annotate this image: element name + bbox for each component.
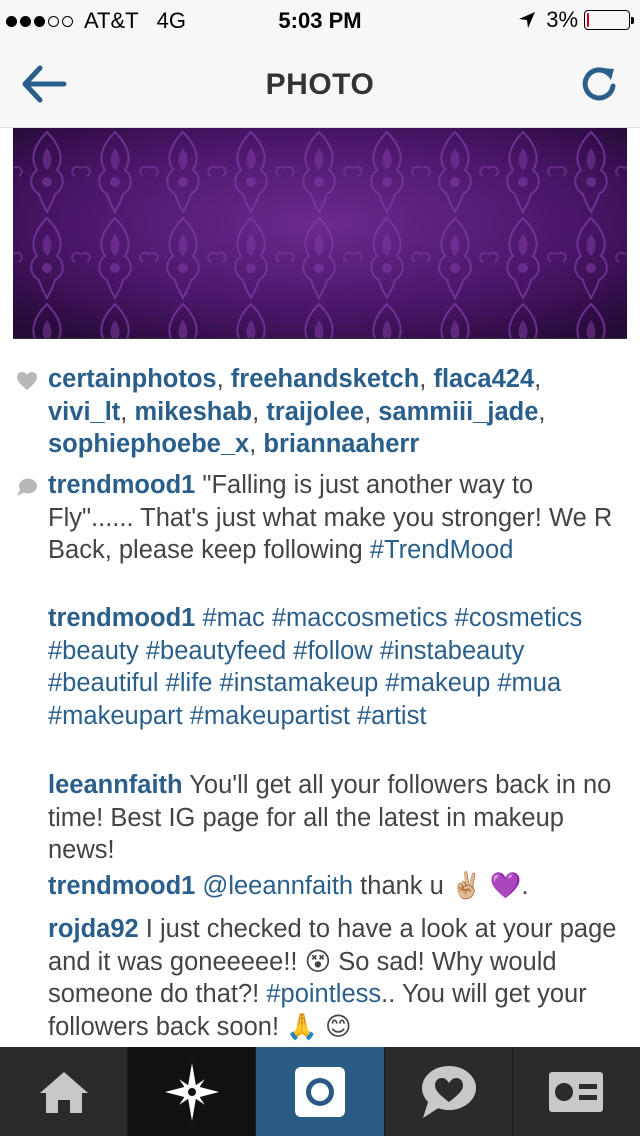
refresh-button[interactable]: [580, 64, 618, 104]
comment-hashtag[interactable]: #TrendMood: [370, 536, 514, 564]
tab-camera[interactable]: [256, 1047, 385, 1136]
comment-item: trendmood1 @leeannfaith thank u ✌🏼 💜.: [48, 870, 622, 903]
damask-pattern-image: [13, 128, 627, 338]
tab-activity[interactable]: [385, 1047, 513, 1136]
comment-hashtag[interactable]: #pointless: [266, 980, 381, 1008]
like-user[interactable]: freehandsketch: [231, 365, 420, 393]
tab-bar: [0, 1047, 640, 1136]
comment-user[interactable]: leeannfaith: [48, 771, 183, 799]
battery-percent: 3%: [546, 7, 578, 32]
comment-user[interactable]: trendmood1: [48, 872, 195, 900]
battery-icon: [584, 10, 634, 30]
activity-heart-icon: [422, 1065, 477, 1118]
comment-user[interactable]: rojda92: [48, 915, 139, 943]
comments-feed: certainphotos, freehandsketch, flaca424,…: [0, 339, 640, 1047]
comment-bubble-icon: [17, 478, 37, 496]
nav-bar: PHOTO: [0, 40, 640, 128]
explore-star-icon: [164, 1062, 219, 1121]
like-user[interactable]: vivi_lt: [48, 398, 120, 426]
like-user[interactable]: sophiephoebe_x: [48, 430, 249, 458]
status-bar: AT&T 4G 5:03 PM 3%: [0, 0, 640, 40]
like-user[interactable]: sammiii_jade: [378, 398, 538, 426]
like-user[interactable]: briannaaherr: [263, 430, 419, 458]
camera-icon: [295, 1066, 345, 1117]
page-title: PHOTO: [265, 68, 375, 101]
like-user[interactable]: flaca424: [433, 365, 534, 393]
like-user[interactable]: mikeshab: [134, 398, 252, 426]
home-icon: [39, 1071, 88, 1113]
comment-item: leeannfaith You'll get all your follower…: [48, 769, 622, 867]
like-user[interactable]: traijolee: [266, 398, 364, 426]
comment-item: trendmood1 #mac #maccosmetics #cosmetics…: [48, 602, 622, 732]
tab-home[interactable]: [0, 1047, 129, 1136]
comment-item: rojda92 I just checked to have a look at…: [48, 913, 622, 1043]
tab-profile[interactable]: [513, 1047, 640, 1136]
battery-level: [587, 13, 589, 27]
profile-card-icon: [549, 1071, 604, 1112]
refresh-icon: [582, 67, 616, 101]
comment-item: trendmood1 "Falling is just another way …: [48, 469, 622, 567]
comment-mention[interactable]: @leeannfaith: [195, 872, 353, 900]
comment-user[interactable]: trendmood1: [48, 604, 195, 632]
comment-text: thank u ✌🏼 💜.: [353, 872, 529, 900]
like-user[interactable]: certainphotos: [48, 365, 217, 393]
comment-user[interactable]: trendmood1: [48, 471, 195, 499]
location-arrow-icon: [519, 12, 536, 28]
status-right: 3%: [518, 7, 634, 33]
post-photo[interactable]: [13, 128, 627, 339]
likes-list: certainphotos, freehandsketch, flaca424,…: [48, 365, 546, 458]
tab-explore[interactable]: [128, 1047, 257, 1136]
heart-icon: [17, 372, 37, 390]
